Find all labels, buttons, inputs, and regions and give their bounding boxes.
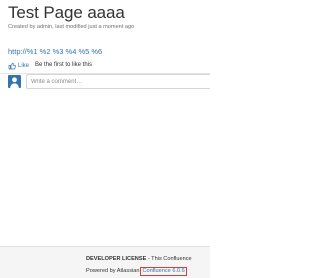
like-button[interactable]: Like: [8, 61, 29, 71]
like-message: Be the first to like this: [35, 62, 93, 68]
license-rest: - This Confluence: [146, 256, 192, 262]
page-body-link[interactable]: http://%1 %2 %3 %4 %5 %6: [8, 47, 102, 56]
confluence-version-link[interactable]: Confluence 6.0.6: [140, 267, 187, 276]
comment-input[interactable]: [26, 74, 210, 89]
page-footer: DEVELOPER LICENSE - This Confluence Powe…: [0, 246, 210, 278]
thumbs-up-icon: [8, 62, 16, 70]
license-notice: DEVELOPER LICENSE - This Confluence: [86, 256, 192, 262]
user-avatar-icon: [8, 75, 21, 88]
avatar-silhouette: [10, 77, 19, 88]
like-row: Like Be the first to like this: [8, 61, 188, 71]
page-title: Test Page aaaa: [8, 3, 125, 22]
page-metadata: Created by admin, last modified just a m…: [8, 24, 135, 30]
license-type: DEVELOPER LICENSE: [86, 256, 147, 262]
powered-by-text: Powered by Atlassian: [86, 268, 140, 275]
powered-by: Powered by Atlassian Confluence 6.0.6: [86, 267, 187, 276]
page-content: Test Page aaaa Created by admin, last mo…: [0, 0, 210, 246]
like-label: Like: [18, 63, 30, 69]
